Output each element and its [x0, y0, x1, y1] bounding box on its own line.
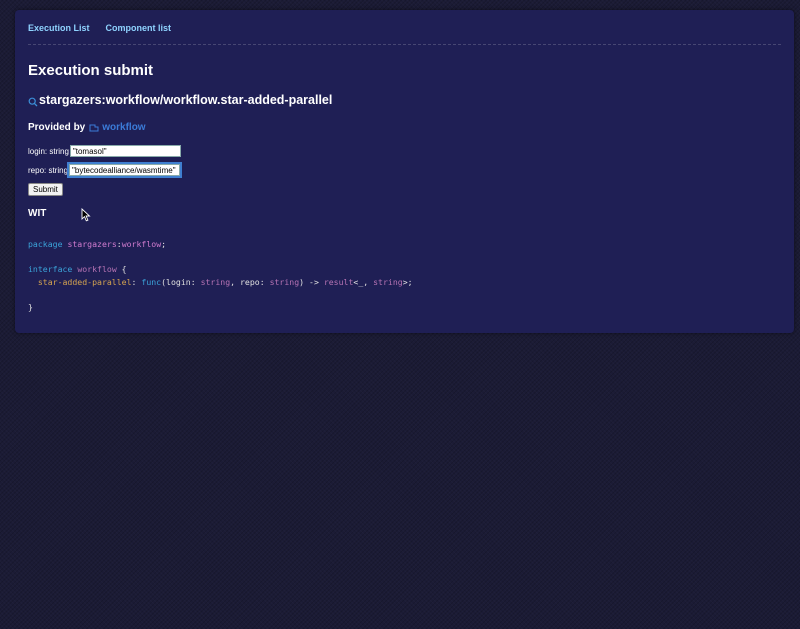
code-package-namespace: stargazers [67, 239, 117, 249]
code-result-args: <_, [353, 276, 374, 287]
repo-row: repo: string [28, 162, 183, 178]
provided-by: Provided by workflow [28, 122, 146, 133]
code-param-login-sep: : [190, 276, 201, 287]
provided-by-label: Provided by [28, 122, 86, 133]
code-keyword-func: func [141, 276, 162, 287]
login-label: login: string [28, 146, 69, 156]
code-interface-name: workflow [77, 264, 117, 274]
code-result-type: result [323, 276, 354, 287]
code-params-close: ) -> [299, 276, 324, 287]
code-param-repo-type: string [269, 276, 300, 287]
code-param-repo-sep: : [259, 276, 270, 287]
nav-component-list[interactable]: Component list [106, 23, 172, 33]
code-fn-colon: : [131, 276, 142, 287]
nav-divider [28, 44, 781, 45]
repo-label: repo: string [28, 165, 69, 175]
code-keyword-interface: interface [28, 264, 73, 274]
code-interface-close: } [28, 301, 33, 312]
function-name-text: stargazers:workflow/workflow.star-added-… [39, 93, 333, 107]
code-param-login-type: string [200, 276, 231, 287]
login-row: login: string [28, 145, 181, 157]
code-param-login: login [166, 276, 191, 287]
login-input[interactable] [69, 145, 181, 157]
code-package-end: ; [161, 239, 167, 249]
top-nav: Execution List Component list [28, 23, 171, 33]
code-param-comma: , [230, 276, 240, 287]
component-name: workflow [102, 122, 146, 133]
code-param-repo: repo [240, 276, 260, 287]
component-link[interactable]: workflow [89, 122, 146, 133]
wit-heading: WIT [28, 208, 47, 219]
main-card: Execution List Component list Execution … [15, 10, 794, 333]
wit-code-block: package stargazers: workflow; interface w… [28, 238, 413, 313]
component-icon [89, 124, 99, 132]
code-function-name: star-added-parallel [37, 276, 132, 287]
code-result-end: >; [402, 276, 413, 287]
repo-input[interactable] [67, 162, 183, 178]
code-interface-brace: { [116, 264, 127, 274]
page-title: Execution submit [28, 62, 154, 79]
function-name: stargazers:workflow/workflow.star-added-… [28, 93, 332, 107]
code-package-name: workflow [121, 239, 162, 249]
code-result-string: string [373, 276, 403, 287]
search-icon [28, 97, 38, 106]
nav-execution-list[interactable]: Execution List [28, 23, 90, 33]
submit-button[interactable]: Submit [28, 183, 63, 196]
mouse-pointer-icon [81, 208, 91, 222]
code-keyword-package: package [28, 239, 63, 249]
